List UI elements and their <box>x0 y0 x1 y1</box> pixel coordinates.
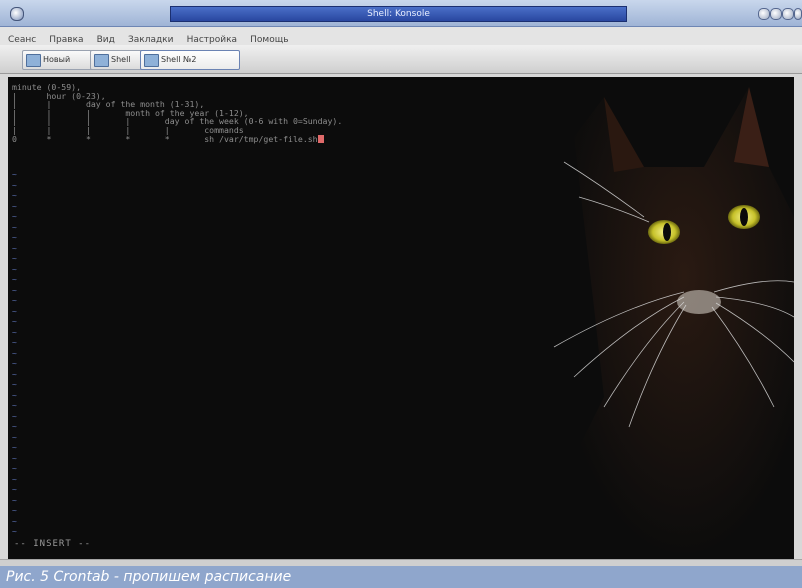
tab-bar: Новый Shell Shell №2 <box>0 45 802 74</box>
vim-mode-indicator: -- INSERT -- <box>14 539 92 549</box>
empty-line-markers: ~ ~ ~ ~ ~ ~ ~ ~ ~ ~ ~ ~ ~ ~ ~ ~ ~ ~ ~ ~ … <box>12 170 17 536</box>
tab-shell-2[interactable]: Shell №2 <box>140 50 240 70</box>
window-menu-icon[interactable] <box>10 7 24 21</box>
minimize-icon[interactable] <box>770 8 782 20</box>
tab-shell-2-label: Shell №2 <box>161 55 197 64</box>
konsole-window: Shell: Konsole Сеанс Правка Вид Закладки… <box>0 0 802 567</box>
terminal-icon <box>94 54 109 67</box>
cat-wallpaper <box>534 77 794 559</box>
help-icon[interactable] <box>758 8 770 20</box>
new-session-button[interactable]: Новый <box>22 50 96 70</box>
crontab-text: minute (0-59), | hour (0-23), | | day of t… <box>12 83 342 144</box>
crontab-line: 0 * * * * sh /var/tmp/get-file.sh <box>12 133 318 144</box>
new-session-label: Новый <box>43 55 71 64</box>
terminal-icon <box>144 54 159 67</box>
figure-caption: Рис. 5 Crontab - пропишем расписание <box>0 566 802 588</box>
menu-bar: Сеанс Правка Вид Закладки Настройка Помо… <box>0 27 802 45</box>
terminal-view[interactable]: minute (0-59), | hour (0-23), | | day of t… <box>8 77 794 559</box>
tab-shell-label: Shell <box>111 55 131 64</box>
title-bar[interactable]: Shell: Konsole <box>0 0 802 27</box>
maximize-icon[interactable] <box>782 8 794 20</box>
close-icon[interactable] <box>794 8 802 20</box>
window-title: Shell: Konsole <box>170 6 627 22</box>
new-session-icon <box>26 54 41 67</box>
text-cursor <box>317 135 324 144</box>
